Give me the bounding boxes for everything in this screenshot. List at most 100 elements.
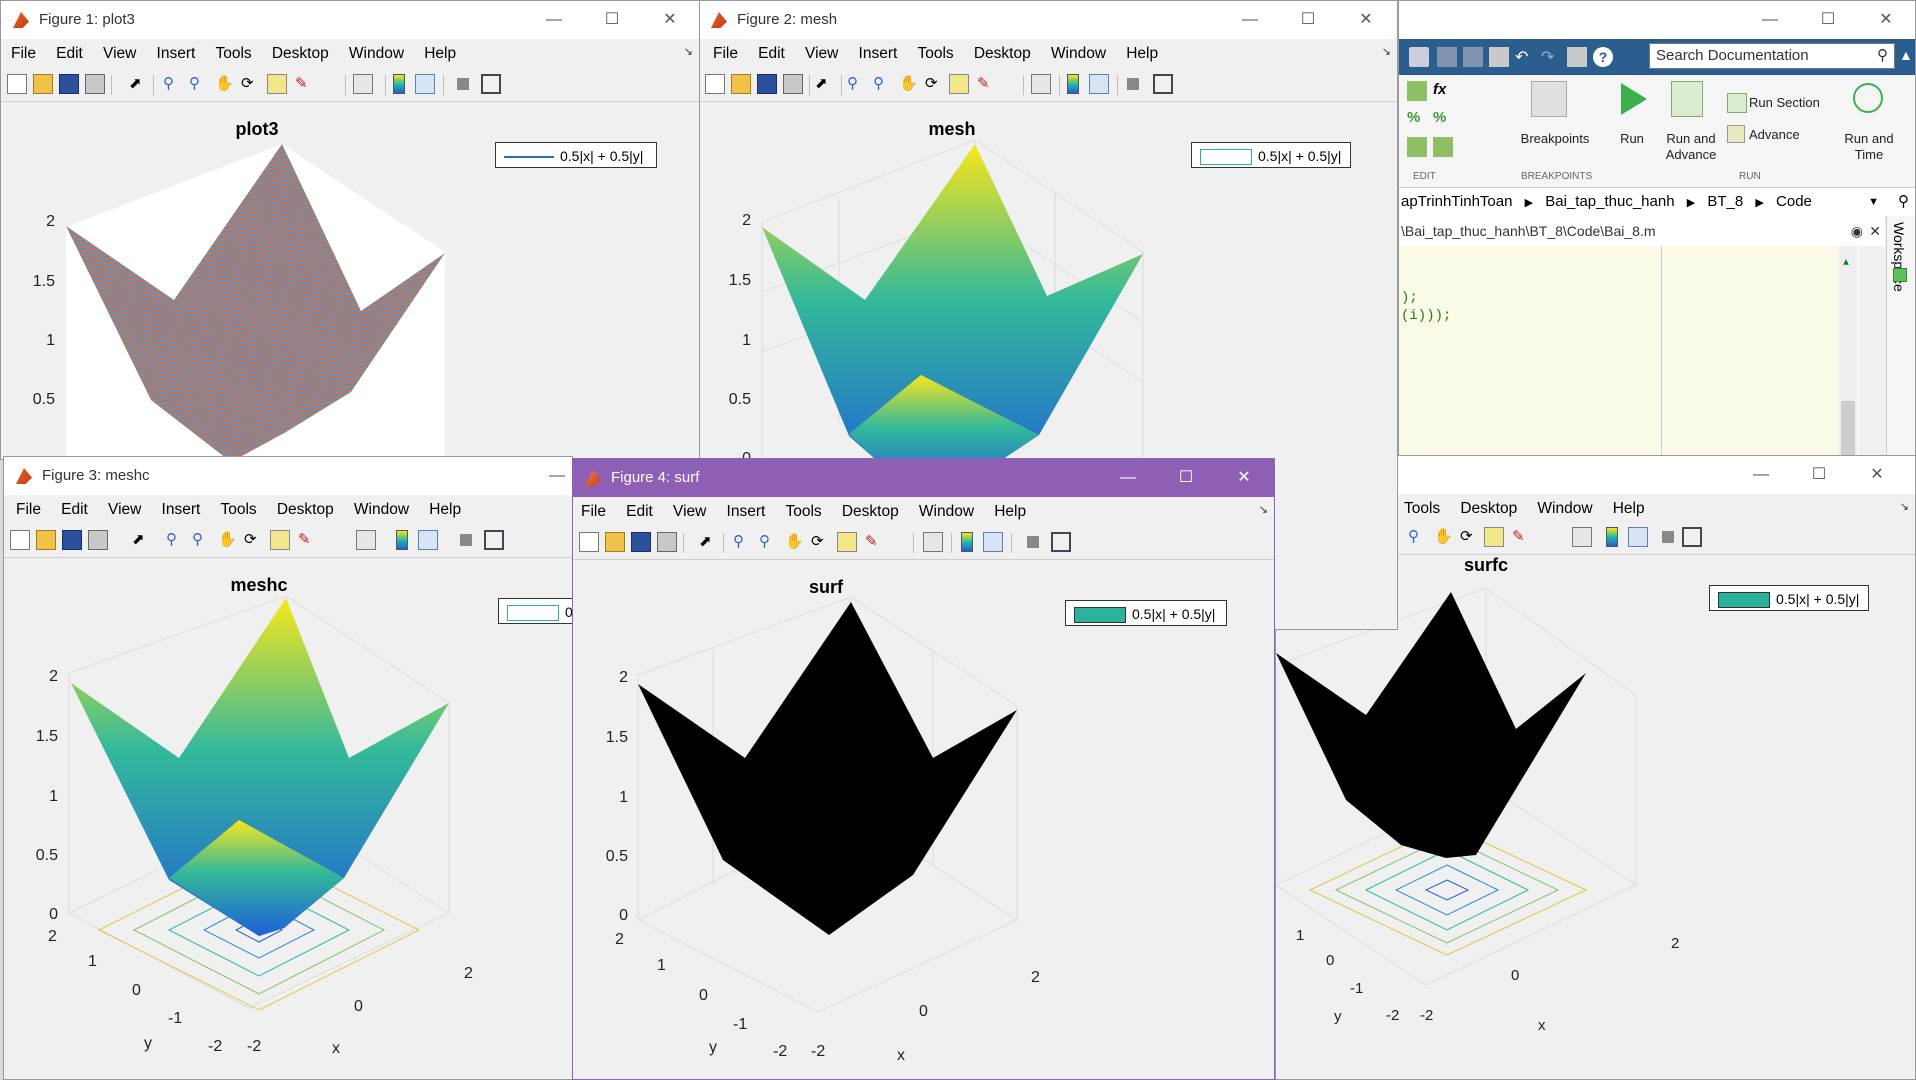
legend-icon[interactable] [983, 532, 1003, 552]
zoom-out-icon[interactable]: ⚲ [189, 74, 209, 94]
brush-icon[interactable]: ✎ [865, 532, 885, 552]
menu-help[interactable]: Help [421, 495, 469, 525]
save-icon[interactable] [757, 74, 777, 94]
run-section-button[interactable]: Run Section [1749, 95, 1839, 111]
minimize-button[interactable]: — [534, 461, 572, 491]
menu-help[interactable]: Help [1118, 39, 1166, 69]
zoom-out-icon[interactable]: ⚲ [759, 532, 779, 552]
zoom-in-icon[interactable]: ⚲ [166, 530, 186, 550]
data-cursor-icon[interactable] [267, 74, 287, 94]
run-and-advance-button[interactable]: Run and Advance [1659, 131, 1723, 163]
colorbar-icon[interactable] [1067, 74, 1079, 94]
rotate-icon[interactable]: ⟳ [244, 530, 264, 550]
zoom-in-icon[interactable]: ⚲ [163, 74, 183, 94]
menu-view[interactable]: View [665, 497, 714, 527]
show-plot-tools-icon[interactable] [1153, 74, 1173, 94]
data-cursor-icon[interactable] [270, 530, 290, 550]
menu-desktop[interactable]: Desktop [966, 39, 1039, 69]
link-icon[interactable] [1572, 527, 1592, 547]
brush-icon[interactable]: ✎ [977, 74, 997, 94]
menu-desktop[interactable]: Desktop [834, 497, 907, 527]
indent-more-icon[interactable] [1433, 137, 1453, 157]
minimize-button[interactable]: — [1105, 463, 1151, 493]
run-and-time-button[interactable]: Run and Time [1839, 131, 1899, 163]
legend-icon[interactable] [418, 530, 438, 550]
dock-icon[interactable]: ↘ [684, 45, 693, 58]
hide-plot-tools-icon[interactable] [1662, 531, 1674, 543]
colorbar-icon[interactable] [961, 532, 973, 552]
data-cursor-icon[interactable] [1484, 527, 1504, 547]
zoom-in-icon[interactable]: ⚲ [733, 532, 753, 552]
show-plot-tools-icon[interactable] [484, 530, 504, 550]
menu-view[interactable]: View [100, 495, 149, 525]
data-cursor-icon[interactable] [949, 74, 969, 94]
new-figure-icon[interactable] [705, 74, 725, 94]
run-and-advance-icon[interactable] [1671, 81, 1703, 117]
close-button[interactable]: ✕ [647, 5, 693, 35]
hide-plot-tools-icon[interactable] [460, 534, 472, 546]
print-icon[interactable] [88, 530, 108, 550]
menu-window[interactable]: Window [911, 497, 982, 527]
show-plot-tools-icon[interactable] [481, 74, 501, 94]
pan-icon[interactable]: ✋ [218, 530, 238, 550]
menu-tools[interactable]: Tools [777, 497, 829, 527]
new-figure-icon[interactable] [7, 74, 27, 94]
select-arrow-icon[interactable]: ⬈ [129, 74, 149, 94]
chevron-down-icon[interactable]: ▼ [1868, 188, 1879, 216]
run-button[interactable]: Run [1607, 131, 1657, 147]
close-button[interactable]: ✕ [1863, 5, 1909, 35]
pan-icon[interactable]: ✋ [215, 74, 235, 94]
dock-icon[interactable]: ↘ [1259, 503, 1268, 516]
undo-icon[interactable]: ↶ [1515, 47, 1535, 67]
zoom-in-icon[interactable]: ⚲ [847, 74, 867, 94]
menu-insert[interactable]: Insert [851, 39, 906, 69]
menu-desktop[interactable]: Desktop [269, 495, 342, 525]
menu-item[interactable]: Window [1529, 494, 1600, 524]
menu-help[interactable]: Help [416, 39, 464, 69]
close-icon[interactable]: ✕ [1869, 216, 1881, 246]
open-icon[interactable] [36, 530, 56, 550]
legend-icon[interactable] [415, 74, 435, 94]
dock-icon[interactable]: ↘ [1382, 45, 1391, 58]
show-plot-tools-icon[interactable] [1051, 532, 1071, 552]
vertical-scrollbar[interactable]: ▲ [1839, 246, 1857, 459]
menu-tools[interactable]: Tools [909, 39, 961, 69]
menu-file[interactable]: File [705, 39, 746, 69]
options-icon[interactable]: ◉ [1851, 216, 1863, 246]
run-and-time-icon[interactable] [1853, 83, 1883, 113]
data-cursor-icon[interactable] [837, 532, 857, 552]
show-plot-tools-icon[interactable] [1682, 527, 1702, 547]
brush-icon[interactable]: ✎ [295, 74, 315, 94]
menu-item[interactable]: Help [1605, 494, 1653, 524]
menu-edit[interactable]: Edit [53, 495, 96, 525]
redo-icon[interactable]: ↷ [1541, 47, 1561, 67]
brush-icon[interactable]: ✎ [1512, 527, 1532, 547]
close-button[interactable]: ✕ [1854, 460, 1900, 490]
zoom-out-icon[interactable]: ⚲ [873, 74, 893, 94]
select-arrow-icon[interactable]: ⬈ [815, 74, 835, 94]
menu-desktop[interactable]: Desktop [264, 39, 337, 69]
open-icon[interactable] [33, 74, 53, 94]
link-icon[interactable] [923, 532, 943, 552]
maximize-button[interactable]: ☐ [1163, 463, 1209, 493]
run-section-icon[interactable] [1727, 93, 1747, 113]
open-icon[interactable] [605, 532, 625, 552]
pan-icon[interactable]: ✋ [1434, 527, 1454, 547]
uncomment-icon[interactable]: % [1433, 109, 1453, 129]
menu-insert[interactable]: Insert [154, 495, 209, 525]
menu-file[interactable]: File [3, 39, 44, 69]
rotate-icon[interactable]: ⟳ [925, 74, 945, 94]
search-icon[interactable]: ⚲ [1898, 188, 1909, 216]
link-icon[interactable] [1031, 74, 1051, 94]
menu-item[interactable]: Tools [1396, 494, 1448, 524]
breadcrumb-item[interactable]: apTrinhTinhToan [1401, 193, 1512, 210]
print-icon[interactable] [657, 532, 677, 552]
menu-file[interactable]: File [8, 495, 49, 525]
save-icon[interactable] [631, 532, 651, 552]
maximize-button[interactable]: ☐ [1805, 5, 1851, 35]
select-arrow-icon[interactable]: ⬈ [699, 532, 719, 552]
link-icon[interactable] [356, 530, 376, 550]
menu-tools[interactable]: Tools [207, 39, 259, 69]
menu-item[interactable]: Desktop [1452, 494, 1525, 524]
indent-icon[interactable] [1407, 137, 1427, 157]
